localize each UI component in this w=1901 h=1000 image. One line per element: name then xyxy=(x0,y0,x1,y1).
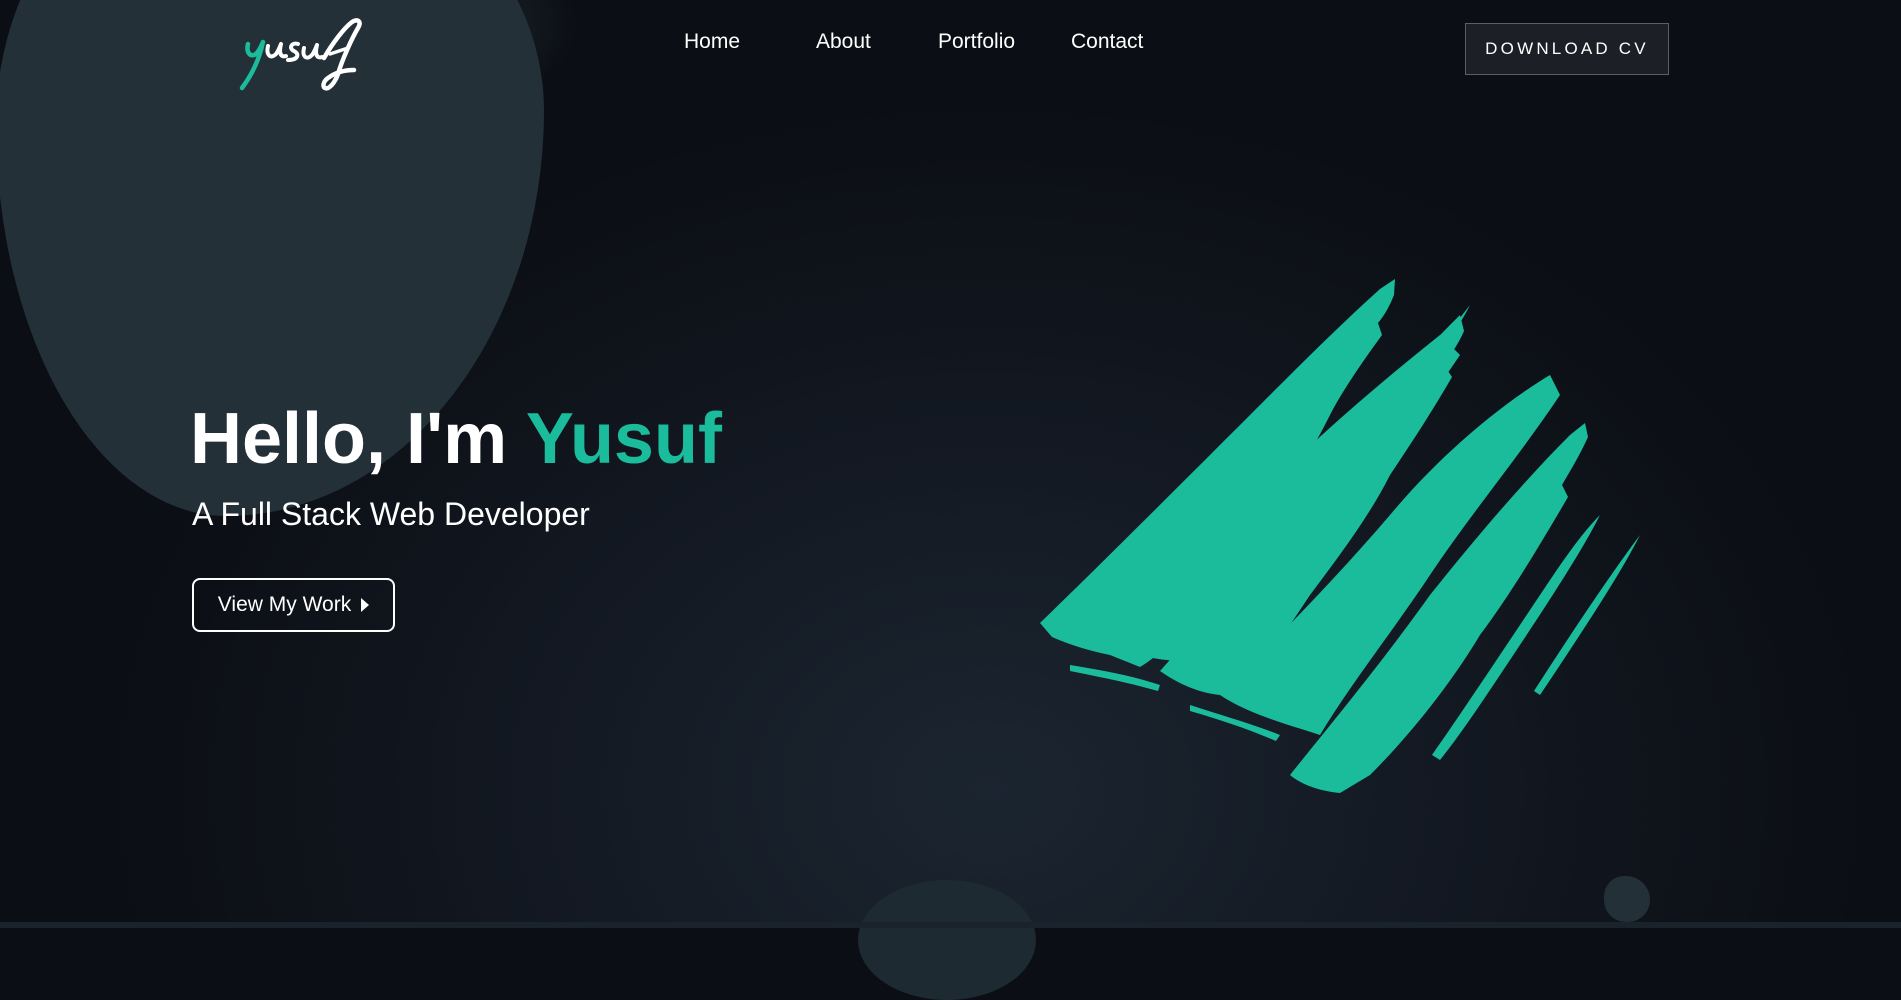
nav-about[interactable]: About xyxy=(816,30,871,54)
hero-name: Yusuf xyxy=(525,399,722,479)
logo[interactable] xyxy=(236,14,382,94)
brush-stroke-illustration xyxy=(1040,279,1640,793)
background-glow xyxy=(360,0,580,120)
nav-contact[interactable]: Contact xyxy=(1071,30,1143,54)
background-blob-bottom xyxy=(858,880,1036,1000)
background-blob-small xyxy=(1604,876,1650,922)
nav-home[interactable]: Home xyxy=(684,30,740,54)
logo-script xyxy=(239,18,362,91)
caret-right-icon xyxy=(361,598,370,612)
view-my-work-label: View My Work xyxy=(217,593,352,616)
hero-greeting: Hello, I'm xyxy=(190,399,508,479)
nav-portfolio[interactable]: Portfolio xyxy=(938,30,1015,54)
view-my-work-button[interactable]: View My Work xyxy=(192,578,395,632)
page-bottom-edge xyxy=(0,922,1901,928)
hero-subtitle: A Full Stack Web Developer xyxy=(192,496,590,532)
hero-title: Hello, I'm Yusuf xyxy=(190,396,722,482)
download-cv-button[interactable]: DOWNLOAD CV xyxy=(1465,23,1669,75)
